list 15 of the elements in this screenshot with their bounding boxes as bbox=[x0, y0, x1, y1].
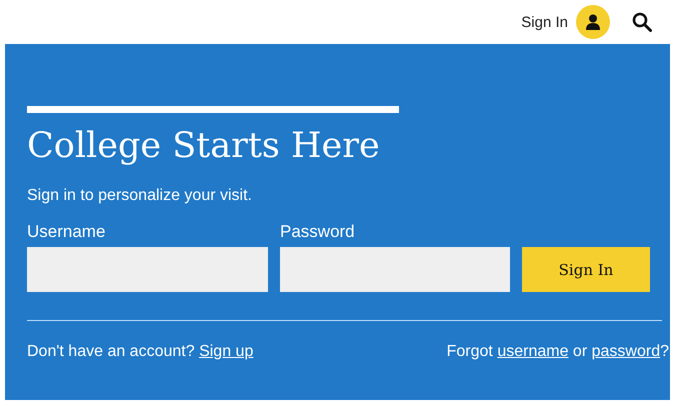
text-link[interactable]: Sign up bbox=[199, 343, 254, 360]
user-icon[interactable] bbox=[576, 5, 610, 39]
input-field[interactable] bbox=[27, 247, 268, 292]
text-link[interactable]: username bbox=[497, 343, 568, 360]
field-label: Password bbox=[280, 221, 356, 243]
subtitle: Sign in to personalize your visit. bbox=[27, 186, 253, 206]
sign-in-link[interactable]: Sign In bbox=[521, 14, 568, 30]
search-icon[interactable] bbox=[632, 12, 652, 32]
text-link[interactable]: password bbox=[592, 343, 660, 360]
input-field[interactable] bbox=[280, 247, 510, 292]
field-label: Username bbox=[27, 221, 106, 243]
page-title: College Starts Here bbox=[27, 125, 381, 167]
sign-in-button[interactable]: Sign In bbox=[522, 247, 650, 292]
forgot-sentence: Forgot username or password? bbox=[446, 343, 669, 361]
signup-sentence: Don't have an account? Sign up bbox=[27, 343, 254, 361]
